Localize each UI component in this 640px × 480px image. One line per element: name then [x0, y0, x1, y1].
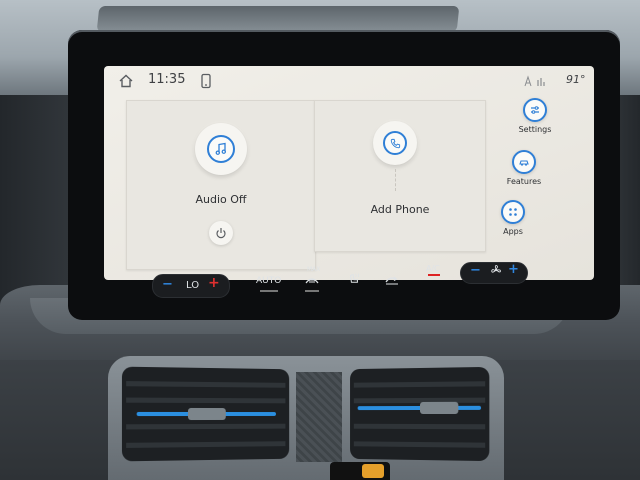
- phone-device-icon: [201, 73, 211, 89]
- grid-icon: [509, 208, 517, 216]
- audio-status-label: Audio Off: [195, 193, 247, 206]
- fan-speed-down-button[interactable]: −: [470, 263, 481, 278]
- ac-button[interactable]: A/C: [426, 264, 440, 273]
- audio-source-button[interactable]: [195, 123, 247, 175]
- hazard-button[interactable]: [362, 464, 384, 478]
- auto-climate-button[interactable]: AUTO: [256, 276, 281, 286]
- vent-adjuster[interactable]: [187, 407, 226, 421]
- max-defrost-label: MAX: [307, 266, 321, 273]
- fan-speed-up-button[interactable]: +: [508, 262, 519, 277]
- fan-icon: [491, 265, 501, 273]
- infotainment-screen: 11:35 91° Audio Off Add Phone Settings F…: [104, 66, 594, 280]
- sidebar-item-label: Settings: [518, 125, 552, 134]
- sidebar-item-settings[interactable]: Settings: [500, 98, 570, 134]
- max-defrost-indicator: [305, 290, 319, 292]
- home-icon[interactable]: [118, 73, 134, 89]
- add-phone-button[interactable]: [373, 121, 417, 165]
- sidebar-item-features[interactable]: Features: [489, 150, 559, 186]
- power-icon: [216, 228, 226, 239]
- right-air-vent[interactable]: [350, 366, 490, 462]
- status-bar: 11:35 91°: [104, 66, 594, 96]
- car-icon: [519, 160, 529, 166]
- settings-sliders-icon: [531, 106, 539, 114]
- sidebar-item-apps[interactable]: Apps: [478, 200, 548, 236]
- phone-handset-icon: [390, 138, 400, 148]
- vent-adjuster[interactable]: [419, 401, 459, 414]
- sidebar-item-label: Apps: [503, 227, 523, 236]
- heated-seat-icon[interactable]: [346, 272, 362, 284]
- vent-divider: [296, 372, 342, 462]
- climate-control-bar: − LO + AUTO MAX A/C − +: [104, 262, 594, 306]
- dashboard-vent-slot: [96, 6, 460, 32]
- outside-temperature: 91°: [566, 73, 586, 86]
- ac-indicator: [428, 274, 440, 276]
- sidebar-item-label: Features: [506, 177, 542, 186]
- music-note-icon: [215, 142, 226, 155]
- driver-temp-value: LO: [186, 280, 200, 291]
- phone-card[interactable]: Add Phone: [314, 100, 486, 252]
- add-phone-label: Add Phone: [370, 203, 430, 216]
- audio-power-button[interactable]: [209, 221, 233, 245]
- max-defrost-icon[interactable]: [304, 274, 320, 286]
- clock: 11:35: [148, 72, 186, 87]
- driver-temp-down-button[interactable]: −: [162, 277, 173, 292]
- audio-card[interactable]: Audio Off: [126, 100, 316, 270]
- connectivity-icons: [524, 75, 545, 87]
- left-air-vent[interactable]: [121, 366, 290, 462]
- driver-temp-up-button[interactable]: +: [208, 275, 220, 291]
- auto-indicator: [260, 290, 278, 292]
- phone-card-divider: [395, 169, 397, 191]
- recirculation-icon[interactable]: [384, 274, 400, 286]
